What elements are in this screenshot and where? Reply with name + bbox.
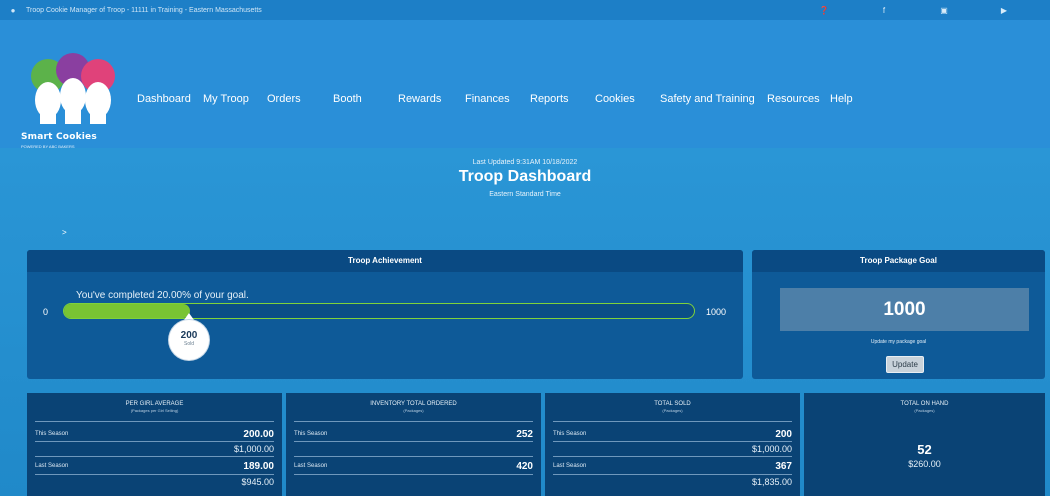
- divider: [294, 441, 533, 442]
- facebook-icon[interactable]: f: [854, 6, 914, 15]
- panel-header: Troop Package Goal: [752, 250, 1045, 272]
- row-label: Last Season: [294, 463, 328, 469]
- nav-resources[interactable]: Resources: [767, 93, 820, 105]
- progress-bar: [63, 303, 695, 319]
- per-girl-average-card: PER GIRL AVERAGE (Packages per Girl Sell…: [27, 393, 282, 496]
- row-label: This Season: [35, 431, 69, 437]
- account-title: Troop Cookie Manager of Troop - 11111 in…: [26, 6, 262, 14]
- nav-booth[interactable]: Booth: [333, 93, 362, 105]
- logo-wordmark: Smart Cookies: [21, 132, 97, 142]
- row-value: 200.00: [243, 429, 274, 440]
- total-sold-card: TOTAL SOLD (Packages) This Season 200 $1…: [545, 393, 800, 496]
- sold-bubble: 200 Sold: [169, 320, 209, 360]
- divider: [294, 474, 533, 475]
- nav-help[interactable]: Help: [830, 93, 853, 105]
- nav-cookies[interactable]: Cookies: [595, 93, 635, 105]
- card-subtitle: (Packages per Girl Selling): [130, 408, 179, 413]
- card-subtitle: (Packages): [914, 408, 935, 413]
- divider: [553, 441, 792, 442]
- divider: [553, 474, 792, 475]
- nav-safety-training[interactable]: Safety and Training: [660, 93, 755, 105]
- site-header: Smart Cookies POWERED BY ABC BAKERS Dash…: [0, 20, 1050, 149]
- row-dollars: $1,000.00: [751, 444, 792, 454]
- card-subtitle: (Packages): [662, 408, 683, 413]
- update-goal-label: Update my package goal: [870, 339, 927, 345]
- help-icon[interactable]: ❓: [794, 6, 854, 15]
- row-dollars: $1,000.00: [233, 444, 274, 454]
- page-title: Troop Dashboard: [458, 168, 592, 185]
- youtube-icon[interactable]: ▶: [974, 6, 1034, 15]
- row-value: 367: [775, 461, 792, 472]
- row-label: Last Season: [553, 463, 587, 469]
- row-label: This Season: [553, 431, 587, 437]
- row-value: 420: [516, 461, 533, 472]
- nav-rewards[interactable]: Rewards: [398, 93, 441, 105]
- card-title: INVENTORY TOTAL ORDERED: [370, 401, 457, 407]
- progress-min-label: 0: [43, 307, 49, 317]
- nav-finances[interactable]: Finances: [465, 93, 510, 105]
- card-title: TOTAL SOLD: [654, 401, 691, 407]
- sold-value: 200: [180, 330, 198, 341]
- row-value: 189.00: [243, 461, 274, 472]
- instagram-icon[interactable]: ▣: [914, 6, 974, 15]
- on-hand-value: 52: [917, 442, 932, 457]
- nav-reports[interactable]: Reports: [530, 93, 569, 105]
- row-value: 200: [775, 429, 792, 440]
- row-dollars: $945.00: [241, 477, 274, 487]
- sold-label: Sold: [183, 341, 194, 347]
- expand-chevron-icon[interactable]: >: [62, 228, 67, 237]
- row-dollars: $1,835.00: [751, 477, 792, 487]
- card-title: PER GIRL AVERAGE: [125, 401, 184, 407]
- nav-orders[interactable]: Orders: [267, 93, 301, 105]
- row-label: Last Season: [35, 463, 69, 469]
- timezone-label: Eastern Standard Time: [489, 191, 561, 198]
- last-updated: Last Updated 9:31AM 10/18/2022: [472, 159, 578, 166]
- total-on-hand-card: TOTAL ON HAND (Packages) 52 $260.00: [804, 393, 1045, 496]
- inventory-ordered-card: INVENTORY TOTAL ORDERED (Packages) This …: [286, 393, 541, 496]
- progress-max-label: 1000: [706, 307, 727, 317]
- divider: [35, 421, 274, 422]
- card-subtitle: (Packages): [403, 408, 424, 413]
- divider: [294, 421, 533, 422]
- divider: [35, 474, 274, 475]
- divider: [294, 456, 533, 457]
- user-icon[interactable]: ●: [8, 6, 18, 15]
- smart-cookies-logo[interactable]: [18, 50, 128, 140]
- troop-achievement-panel: Troop Achievement You've completed 20.00…: [27, 250, 743, 379]
- on-hand-dollars: $260.00: [908, 459, 941, 469]
- divider: [553, 456, 792, 457]
- progress-pointer-icon: [184, 313, 194, 320]
- top-bar: ● Troop Cookie Manager of Troop - 11111 …: [0, 0, 1050, 20]
- row-value: 252: [516, 429, 533, 440]
- dashboard-main: Last Updated 9:31AM 10/18/2022 Troop Das…: [0, 148, 1050, 496]
- package-goal-panel: Troop Package Goal 1000 Update my packag…: [752, 250, 1045, 379]
- progress-bar-fill: [64, 304, 190, 318]
- achievement-message: You've completed 20.00% of your goal.: [76, 290, 249, 301]
- package-goal-value: 1000: [780, 288, 1029, 331]
- divider: [35, 456, 274, 457]
- update-goal-button[interactable]: Update: [886, 356, 924, 373]
- social-links: ❓ f ▣ ▶: [794, 0, 1034, 20]
- panel-header: Troop Achievement: [27, 250, 743, 272]
- card-title: TOTAL ON HAND: [900, 401, 949, 407]
- divider: [35, 441, 274, 442]
- nav-dashboard[interactable]: Dashboard: [137, 93, 191, 105]
- row-label: This Season: [294, 431, 328, 437]
- divider: [553, 421, 792, 422]
- nav-my-troop[interactable]: My Troop: [203, 93, 249, 105]
